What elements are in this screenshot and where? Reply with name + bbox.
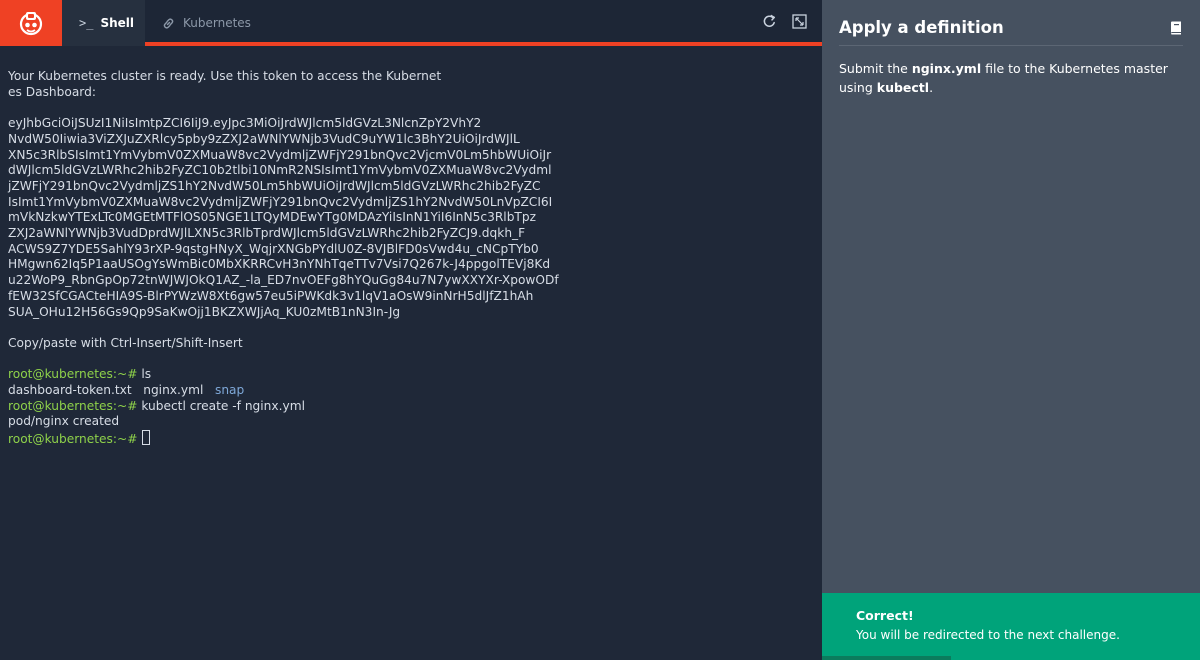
app-logo[interactable] [0, 0, 62, 46]
prompt: root@kubernetes:~# [8, 432, 138, 447]
bot-logo-icon [19, 12, 43, 36]
ls-dir-snap: snap [214, 383, 245, 398]
tab-shell[interactable]: >_ Shell [62, 0, 145, 46]
terminal-prompt-icon: >_ [79, 16, 94, 30]
success-banner: Correct! You will be redirected to the n… [822, 593, 1200, 660]
panel-divider [839, 45, 1183, 46]
terminal-text: Your Kubernetes cluster is ready. Use th… [8, 69, 559, 350]
panel-instructions: Submit the nginx.yml file to the Kuberne… [839, 59, 1184, 97]
redirect-progress-fill [822, 656, 951, 660]
instruction-text: Submit the [839, 61, 912, 76]
command-ls: ls [141, 367, 152, 382]
refresh-icon[interactable] [761, 13, 777, 29]
challenge-panel: Apply a definition Submit the nginx.yml … [822, 0, 1200, 660]
tab-kubernetes[interactable]: Kubernetes [145, 0, 285, 46]
expand-icon[interactable] [791, 13, 807, 29]
terminal-pane: >_ Shell Kubernetes Your Kubernetes clus… [0, 0, 822, 660]
prompt: root@kubernetes:~# [8, 398, 138, 413]
terminal-output[interactable]: Your Kubernetes cluster is ready. Use th… [8, 69, 816, 448]
panel-title: Apply a definition [839, 18, 1004, 37]
tab-accent-underline [145, 42, 822, 46]
terminal-tabbar: >_ Shell Kubernetes [0, 0, 822, 46]
command-output: pod/nginx created [8, 414, 120, 429]
terminal-cursor [142, 430, 151, 446]
success-message: You will be redirected to the next chall… [856, 628, 1120, 642]
instruction-text: . [929, 80, 934, 95]
tab-shell-label: Shell [100, 16, 135, 30]
command-kubectl: kubectl create -f nginx.yml [141, 398, 305, 413]
book-icon[interactable] [1170, 20, 1182, 35]
success-title: Correct! [856, 608, 914, 623]
tool-name: kubectl [876, 80, 930, 95]
link-icon [162, 17, 175, 30]
prompt: root@kubernetes:~# [8, 367, 138, 382]
redirect-progress-bar [822, 656, 1200, 660]
tab-kubernetes-label: Kubernetes [183, 16, 251, 30]
file-name: nginx.yml [911, 61, 982, 76]
ls-files: dashboard-token.txt nginx.yml [8, 383, 215, 398]
